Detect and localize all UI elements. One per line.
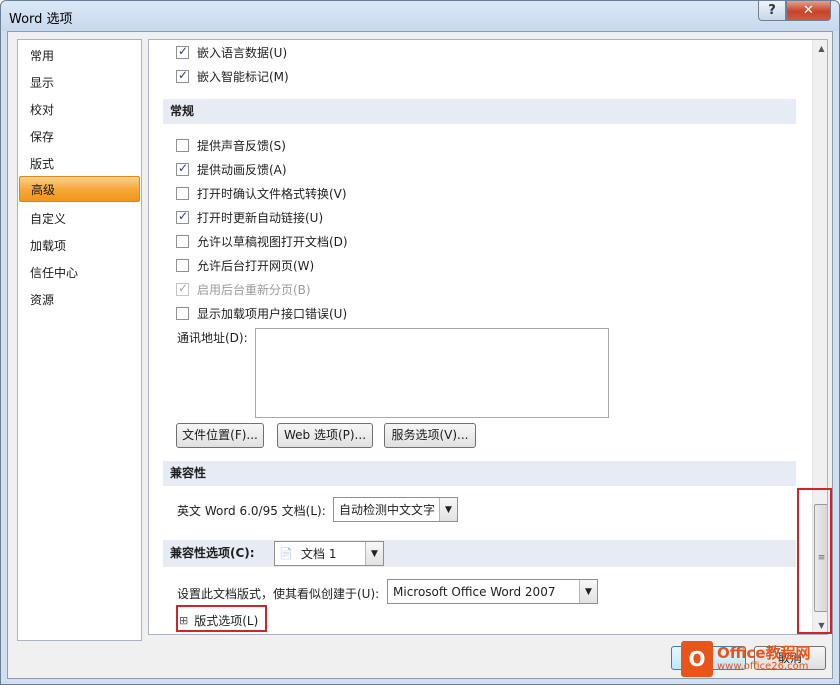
section-general-heading: 常规 [163, 99, 796, 124]
option-label: 提供声音反馈(S) [197, 138, 286, 153]
option-embed-smart-tags[interactable]: 嵌入智能标记(M) [176, 67, 289, 85]
word95-detect-select[interactable]: 自动检测中文文字 ▼ [333, 497, 458, 522]
checkbox [176, 281, 189, 296]
option-label: 提供动画反馈(A) [197, 162, 287, 177]
dropdown-arrow-icon[interactable]: ▼ [439, 498, 457, 521]
checkbox[interactable] [176, 306, 189, 320]
highlight-box [176, 605, 267, 632]
advanced-options-panel: 嵌入语言数据(U) 嵌入智能标记(M) 常规 提供声音反馈(S) 提供动画反馈(… [148, 39, 828, 635]
select-value: 自动检测中文文字 [339, 503, 436, 517]
section-compat-heading: 兼容性 [163, 461, 796, 486]
watermark-logo: O Office教程网 www.office26.com [681, 637, 831, 681]
checkbox[interactable] [176, 234, 189, 248]
nav-item-advanced[interactable]: 高级 [19, 176, 140, 202]
nav-item-customize[interactable]: 自定义 [19, 206, 140, 232]
highlight-box [797, 488, 832, 634]
compat-doc-select[interactable]: 📄 文档 1 ▼ [274, 541, 384, 566]
web-options-button[interactable]: Web 选项(P)... [277, 423, 373, 448]
file-locations-button[interactable]: 文件位置(F)... [176, 423, 264, 448]
option-update-links[interactable]: 打开时更新自动链接(U) [176, 208, 323, 226]
option-label: 打开时更新自动链接(U) [197, 210, 324, 225]
section-compat-options-heading: 兼容性选项(C): [163, 540, 796, 567]
option-sound-feedback[interactable]: 提供声音反馈(S) [176, 136, 286, 154]
window-title: Word 选项 [9, 12, 73, 27]
nav-item-trust-center[interactable]: 信任中心 [19, 260, 140, 286]
option-confirm-format-conversion[interactable]: 打开时确认文件格式转换(V) [176, 184, 347, 202]
nav-item-proofing[interactable]: 校对 [19, 97, 140, 123]
dialog-client: 常用 显示 校对 保存 版式 高级 自定义 加载项 信任中心 资源 嵌入语言数据… [7, 31, 833, 679]
option-addin-errors[interactable]: 显示加载项用户接口错误(U) [176, 304, 347, 322]
checkbox[interactable] [176, 186, 189, 200]
nav-item-resources[interactable]: 资源 [19, 287, 140, 313]
title-bar[interactable]: Word 选项 ? ✕ [1, 1, 839, 31]
options-nav: 常用 显示 校对 保存 版式 高级 自定义 加载项 信任中心 资源 [17, 39, 142, 641]
option-label: 嵌入智能标记(M) [197, 69, 289, 84]
watermark-url: www.office26.com [717, 661, 809, 672]
option-background-web[interactable]: 允许后台打开网页(W) [176, 256, 314, 274]
option-label: 打开时确认文件格式转换(V) [197, 186, 347, 201]
help-button[interactable]: ? [758, 1, 786, 21]
word95-label: 英文 Word 6.0/95 文档(L): [177, 504, 326, 518]
checkbox[interactable] [176, 161, 189, 176]
checkbox[interactable] [176, 209, 189, 224]
option-label: 允许以草稿视图打开文档(D) [197, 234, 348, 249]
layout-created-in-label: 设置此文档版式，使其看似创建于(U): [177, 587, 380, 601]
option-draft-view[interactable]: 允许以草稿视图打开文档(D) [176, 232, 348, 250]
option-label: 显示加载项用户接口错误(U) [197, 306, 348, 321]
nav-item-display[interactable]: 显示 [19, 70, 140, 96]
service-options-button[interactable]: 服务选项(V)... [384, 423, 476, 448]
checkbox[interactable] [176, 44, 189, 59]
close-button[interactable]: ✕ [786, 1, 831, 21]
dropdown-arrow-icon[interactable]: ▼ [365, 542, 383, 565]
checkbox[interactable] [176, 68, 189, 83]
options-window: Word 选项 ? ✕ 常用 显示 校对 保存 版式 高级 自定义 加载项 信任… [0, 0, 840, 685]
scroll-up-icon[interactable]: ▲ [813, 40, 827, 57]
layout-version-select[interactable]: Microsoft Office Word 2007 ▼ [387, 579, 598, 604]
mailing-address-textarea[interactable] [255, 328, 609, 418]
checkbox[interactable] [176, 258, 189, 272]
document-icon: 📄 [279, 546, 293, 560]
option-label: 启用后台重新分页(B) [197, 282, 311, 297]
compat-options-label: 兼容性选项(C): [170, 546, 255, 560]
nav-item-common[interactable]: 常用 [19, 43, 140, 69]
watermark-brand: Office教程网 [717, 644, 811, 662]
option-animation-feedback[interactable]: 提供动画反馈(A) [176, 160, 287, 178]
option-embed-language[interactable]: 嵌入语言数据(U) [176, 43, 287, 61]
nav-item-save[interactable]: 保存 [19, 124, 140, 150]
nav-item-addins[interactable]: 加载项 [19, 233, 140, 259]
option-background-repagination: 启用后台重新分页(B) [176, 280, 311, 298]
nav-item-layout[interactable]: 版式 [19, 151, 140, 177]
dropdown-arrow-icon[interactable]: ▼ [579, 580, 597, 603]
option-label: 嵌入语言数据(U) [197, 45, 288, 60]
select-value: Microsoft Office Word 2007 [393, 584, 556, 599]
select-value: 文档 1 [301, 547, 337, 561]
option-label: 允许后台打开网页(W) [197, 258, 315, 273]
checkbox[interactable] [176, 138, 189, 152]
address-label: 通讯地址(D): [177, 331, 248, 345]
office-logo-icon: O [681, 641, 713, 677]
